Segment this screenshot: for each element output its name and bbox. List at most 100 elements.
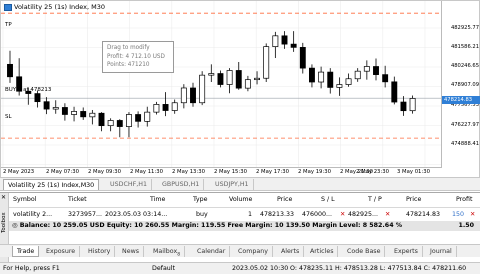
price-tick: 476227.97 [450,122,479,128]
tab-mailbox[interactable]: Mailbox8 [149,246,186,257]
balance-summary-text: Balance: 10 259.05 USD Equity: 10 260.55… [19,222,403,229]
price-tick: 482925.77 [450,25,479,31]
col-header-symbol[interactable]: Symbol [13,196,36,203]
candle-bear [235,70,242,89]
candle-bear [391,81,398,103]
tab-code-base[interactable]: Code Base [343,246,386,257]
candle-bull [354,70,361,80]
tab-articles[interactable]: Articles [306,246,339,257]
cell-type: buy [196,211,208,218]
cell-price: 478213.33 [260,211,295,218]
candle-bull [254,77,260,81]
candle-bear [373,66,379,75]
price-scale[interactable]: 482925.77 481586.21 480246.65 478907.09 … [441,1,480,168]
candle-bull [71,111,77,115]
col-header-profit[interactable]: Profit [456,196,472,203]
cell-time: 2023.05.03 03:14... [105,211,168,218]
tooltip-line-points: Points: 471210 [107,62,150,68]
chart-tab-usdchf[interactable]: USDCHF,H1 [106,179,152,190]
status-help-text: For Help, press F1 [3,265,60,272]
tab-news[interactable]: News [118,246,145,257]
price-tick: 478907.09 [450,82,479,88]
candlestick-chart[interactable] [1,1,441,167]
buy-level-label[interactable]: BUY 1 at 478213 [5,87,51,93]
tab-alerts[interactable]: Alerts [277,246,305,257]
candle-bull [125,114,132,127]
time-tick: 2 May 07:30 [46,169,79,175]
tp-level-label[interactable]: TP [5,22,12,28]
tab-trade[interactable]: Trade [12,246,40,257]
drag-tooltip: Drag to modify Profit: 4 712.10 USD Poin… [102,41,174,73]
candle-bull [52,107,59,110]
time-tick: 2 May 23:30 [356,169,389,175]
tab-experts[interactable]: Experts [390,246,423,257]
candle-bear [80,111,87,118]
price-tick: 474888.41 [450,141,479,147]
price-tick: 481586.21 [450,44,479,50]
candle-bear [43,101,50,110]
status-datetime: 2023.05.02 10:30 [232,265,289,272]
candle-bull [336,84,343,88]
col-header-time[interactable]: Time [150,196,165,203]
time-tick: 3 May 01:30 [397,169,430,175]
chart-tab-volatility[interactable]: Volatility 25 (1s) Index,M30 [3,179,100,190]
candle-bull [409,98,416,112]
tab-journal[interactable]: Journal [426,246,457,257]
candle-bear [299,47,306,69]
candle-bull [226,70,233,85]
col-header-current-price[interactable]: Price [406,196,421,203]
candle-bull [208,73,215,76]
candle-bear [309,67,315,83]
balance-summary-row[interactable]: ◎ Balance: 10 259.05 USD Equity: 10 260.… [9,221,480,231]
candle-bull [244,79,251,89]
cell-symbol: volatility 2... [13,211,53,218]
candle-bull [363,66,370,72]
tab-calendar[interactable]: Calendar [193,246,231,257]
col-header-sl[interactable]: S / L [321,196,335,203]
candle-bear [98,112,105,127]
col-header-type[interactable]: Type [193,196,207,203]
sl-remove-icon[interactable]: ✕ [340,211,345,218]
time-tick: 2 May 19:30 [298,169,331,175]
sl-level-label[interactable]: SL [5,114,12,120]
tab-company[interactable]: Company [234,246,273,257]
time-tick: 2 May 09:30 [88,169,121,175]
candle-bull [144,111,151,122]
col-header-volume[interactable]: Volume [229,196,252,203]
col-header-ticket[interactable]: Ticket [68,196,87,203]
cell-tp: 482925... [348,211,379,218]
col-header-tp[interactable]: T / P [368,196,382,203]
candle-bull [318,71,325,83]
col-header-price[interactable]: Price [277,196,292,203]
tab-exposure[interactable]: Exposure [42,246,81,257]
tab-mailbox-label: Mailbox [153,248,178,255]
candle-bull [272,35,279,48]
chart-tabs-bar: Volatility 25 (1s) Index,M30 USDCHF,H1 G… [0,178,480,191]
close-icon[interactable]: ✕ [1,194,6,201]
candle-bull [345,78,352,85]
candle-bull [89,112,96,118]
candle-bull [153,104,160,113]
candle-bear [400,101,407,112]
header-divider [9,207,480,208]
candle-bear [281,35,288,45]
tab-history[interactable]: History [84,246,116,257]
close-position-icon[interactable]: ✕ [470,211,475,218]
chart-tab-usdjpy[interactable]: USDJPY,H1 [211,179,254,190]
chart-tab-gbpusd[interactable]: GBPUSD,H1 [158,179,205,190]
candle-bear [61,107,68,115]
tooltip-line-drag: Drag to modify [107,45,150,51]
time-tick: 2 May 17:30 [256,169,289,175]
candle-bear [116,120,123,127]
chart-window[interactable]: Volatility 25 (1s) Index, M30 TP SL BUY … [0,0,480,178]
toolbox-label: Toolbox [1,212,7,233]
balance-icon: ◎ [12,222,20,229]
tp-remove-icon[interactable]: ✕ [385,211,390,218]
candle-bear [162,104,169,111]
tooltip-line-profit: Profit: 4 712.10 USD [107,53,165,60]
cell-sl: 476000... [302,211,333,218]
candle-bear [327,71,334,88]
terminal-tabs-bar: Trade Exposure History News Mailbox8 Cal… [0,244,480,257]
candle-bear [135,114,142,122]
price-tick: 480246.65 [450,63,479,69]
